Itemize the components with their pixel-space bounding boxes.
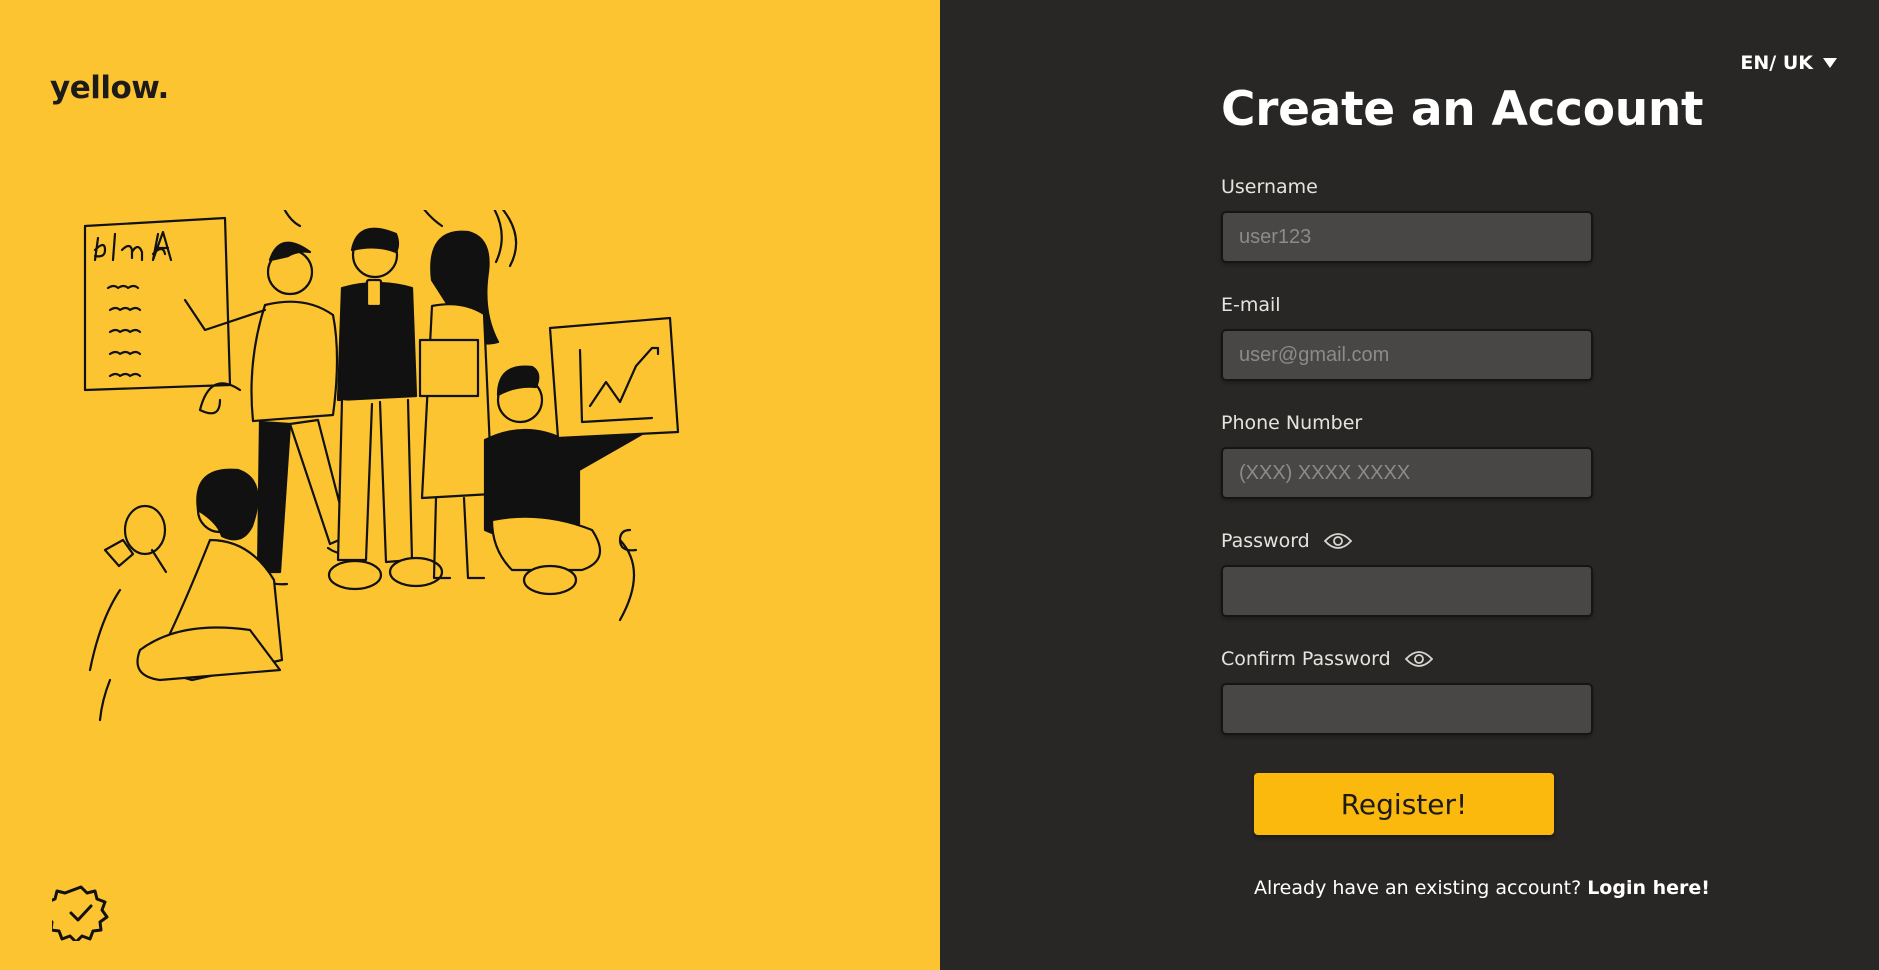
- login-prompt: Already have an existing account? Login …: [1254, 877, 1710, 899]
- verified-badge-icon: [52, 885, 109, 941]
- eye-icon[interactable]: [1323, 532, 1352, 550]
- brand-logo[interactable]: yellow.: [50, 70, 169, 106]
- password-group: Password: [1221, 529, 1593, 617]
- team-illustration: [83, 210, 680, 722]
- phone-input[interactable]: [1221, 447, 1593, 499]
- language-selector[interactable]: EN/ UK: [1740, 52, 1837, 74]
- password-label: Password: [1221, 529, 1593, 553]
- email-label: E-mail: [1221, 294, 1281, 316]
- eye-icon[interactable]: [1404, 650, 1433, 668]
- form-panel: EN/ UK Create an Account Username E-mail…: [940, 0, 1879, 970]
- confirm-password-input[interactable]: [1221, 683, 1593, 735]
- email-input[interactable]: [1221, 329, 1593, 381]
- phone-label: Phone Number: [1221, 412, 1363, 434]
- caret-down-icon: [1823, 58, 1837, 68]
- language-label: EN/ UK: [1740, 52, 1813, 74]
- email-group: E-mail: [1221, 293, 1593, 381]
- page-title: Create an Account: [1221, 82, 1704, 137]
- phone-group: Phone Number: [1221, 411, 1593, 499]
- confirm-password-label: Confirm Password: [1221, 647, 1593, 671]
- register-button[interactable]: Register!: [1254, 773, 1554, 835]
- username-label: Username: [1221, 176, 1318, 198]
- login-link[interactable]: Login here!: [1587, 877, 1710, 899]
- username-input[interactable]: [1221, 211, 1593, 263]
- illustration-panel: yellow.: [0, 0, 940, 970]
- username-group: Username: [1221, 175, 1593, 263]
- login-prompt-text: Already have an existing account?: [1254, 877, 1582, 899]
- password-input[interactable]: [1221, 565, 1593, 617]
- confirm-password-group: Confirm Password: [1221, 647, 1593, 735]
